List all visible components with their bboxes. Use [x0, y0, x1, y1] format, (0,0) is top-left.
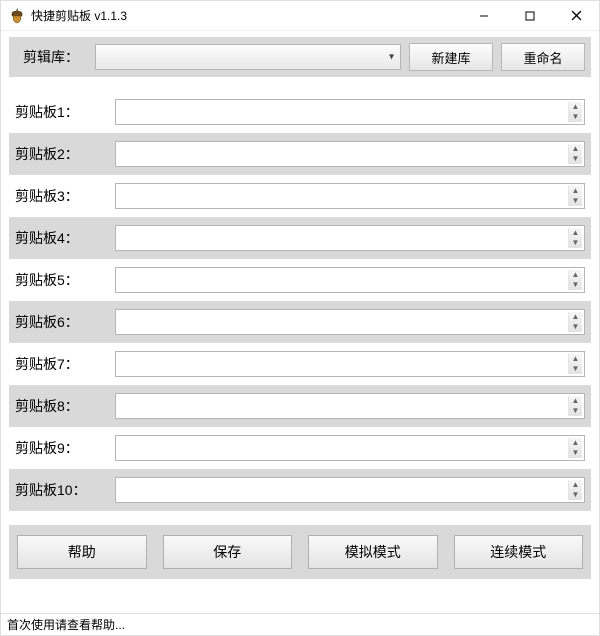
clipboard-label: 剪贴板7：	[15, 354, 107, 374]
close-button[interactable]	[553, 1, 599, 30]
chevron-down-icon: ▼	[569, 448, 582, 458]
spinner-arrows[interactable]: ▲▼	[568, 438, 582, 458]
chevron-up-icon: ▲	[569, 270, 582, 280]
chevron-down-icon: ▼	[569, 196, 582, 206]
acorn-icon	[9, 8, 25, 24]
titlebar: 快捷剪贴板 v1.1.3	[1, 1, 599, 31]
clipboard-label: 剪贴板3：	[15, 186, 107, 206]
status-bar: 首次使用请查看帮助...	[1, 613, 599, 635]
maximize-button[interactable]	[507, 1, 553, 30]
chevron-down-icon: ▾	[389, 52, 394, 63]
clipboard-row: 剪贴板4： ▲▼	[9, 217, 591, 259]
window-controls	[461, 1, 599, 30]
clipboard-row: 剪贴板10： ▲▼	[9, 469, 591, 511]
clipboard-row: 剪贴板9： ▲▼	[9, 427, 591, 469]
new-library-button[interactable]: 新建库	[409, 43, 493, 71]
chevron-up-icon: ▲	[569, 312, 582, 322]
clipboard-label: 剪贴板9：	[15, 438, 107, 458]
clipboard-input-3[interactable]: ▲▼	[115, 183, 585, 209]
chevron-down-icon: ▼	[569, 406, 582, 416]
chevron-up-icon: ▲	[569, 396, 582, 406]
minimize-button[interactable]	[461, 1, 507, 30]
clipboard-input-5[interactable]: ▲▼	[115, 267, 585, 293]
clipboard-input-2[interactable]: ▲▼	[115, 141, 585, 167]
clipboard-row: 剪贴板3： ▲▼	[9, 175, 591, 217]
clipboard-label: 剪贴板4：	[15, 228, 107, 248]
chevron-up-icon: ▲	[569, 228, 582, 238]
help-button[interactable]: 帮助	[17, 535, 147, 569]
clipboard-row: 剪贴板6： ▲▼	[9, 301, 591, 343]
app-window: 快捷剪贴板 v1.1.3 剪辑库： ▾ 新建库 重命名 剪贴板1：	[0, 0, 600, 636]
clipboard-row: 剪贴板7： ▲▼	[9, 343, 591, 385]
content-area: 剪辑库： ▾ 新建库 重命名 剪贴板1： ▲▼ 剪贴板2： ▲▼	[1, 31, 599, 613]
chevron-up-icon: ▲	[569, 354, 582, 364]
library-row: 剪辑库： ▾ 新建库 重命名	[9, 37, 591, 77]
chevron-up-icon: ▲	[569, 144, 582, 154]
clipboard-label: 剪贴板6：	[15, 312, 107, 332]
chevron-down-icon: ▼	[569, 322, 582, 332]
clipboard-rows: 剪贴板1： ▲▼ 剪贴板2： ▲▼ 剪贴板3： ▲▼	[9, 91, 591, 511]
clipboard-row: 剪贴板1： ▲▼	[9, 91, 591, 133]
spinner-arrows[interactable]: ▲▼	[568, 354, 582, 374]
clipboard-label: 剪贴板8：	[15, 396, 107, 416]
clipboard-row: 剪贴板5： ▲▼	[9, 259, 591, 301]
clipboard-label: 剪贴板2：	[15, 144, 107, 164]
clipboard-input-4[interactable]: ▲▼	[115, 225, 585, 251]
clipboard-label: 剪贴板1：	[15, 102, 107, 122]
chevron-down-icon: ▼	[569, 112, 582, 122]
save-button[interactable]: 保存	[163, 535, 293, 569]
clipboard-input-8[interactable]: ▲▼	[115, 393, 585, 419]
spinner-arrows[interactable]: ▲▼	[568, 144, 582, 164]
spinner-arrows[interactable]: ▲▼	[568, 396, 582, 416]
chevron-up-icon: ▲	[569, 438, 582, 448]
chevron-down-icon: ▼	[569, 154, 582, 164]
clipboard-input-10[interactable]: ▲▼	[115, 477, 585, 503]
spinner-arrows[interactable]: ▲▼	[568, 102, 582, 122]
bottom-toolbar: 帮助 保存 模拟模式 连续模式	[9, 525, 591, 579]
spinner-arrows[interactable]: ▲▼	[568, 480, 582, 500]
chevron-up-icon: ▲	[569, 480, 582, 490]
clipboard-input-9[interactable]: ▲▼	[115, 435, 585, 461]
clipboard-input-6[interactable]: ▲▼	[115, 309, 585, 335]
chevron-down-icon: ▼	[569, 280, 582, 290]
status-text: 首次使用请查看帮助...	[7, 616, 125, 633]
library-label: 剪辑库：	[15, 47, 87, 67]
spinner-arrows[interactable]: ▲▼	[568, 312, 582, 332]
spinner-arrows[interactable]: ▲▼	[568, 186, 582, 206]
continuous-mode-button[interactable]: 连续模式	[454, 535, 584, 569]
chevron-up-icon: ▲	[569, 186, 582, 196]
rename-button[interactable]: 重命名	[501, 43, 585, 71]
spinner-arrows[interactable]: ▲▼	[568, 228, 582, 248]
clipboard-input-1[interactable]: ▲▼	[115, 99, 585, 125]
chevron-down-icon: ▼	[569, 490, 582, 500]
clipboard-row: 剪贴板2： ▲▼	[9, 133, 591, 175]
simulate-mode-button[interactable]: 模拟模式	[308, 535, 438, 569]
chevron-up-icon: ▲	[569, 102, 582, 112]
chevron-down-icon: ▼	[569, 238, 582, 248]
library-combobox[interactable]: ▾	[95, 44, 401, 70]
clipboard-row: 剪贴板8： ▲▼	[9, 385, 591, 427]
chevron-down-icon: ▼	[569, 364, 582, 374]
clipboard-label: 剪贴板5：	[15, 270, 107, 290]
clipboard-label: 剪贴板10：	[15, 480, 107, 500]
window-title: 快捷剪贴板 v1.1.3	[31, 7, 461, 24]
clipboard-input-7[interactable]: ▲▼	[115, 351, 585, 377]
spinner-arrows[interactable]: ▲▼	[568, 270, 582, 290]
